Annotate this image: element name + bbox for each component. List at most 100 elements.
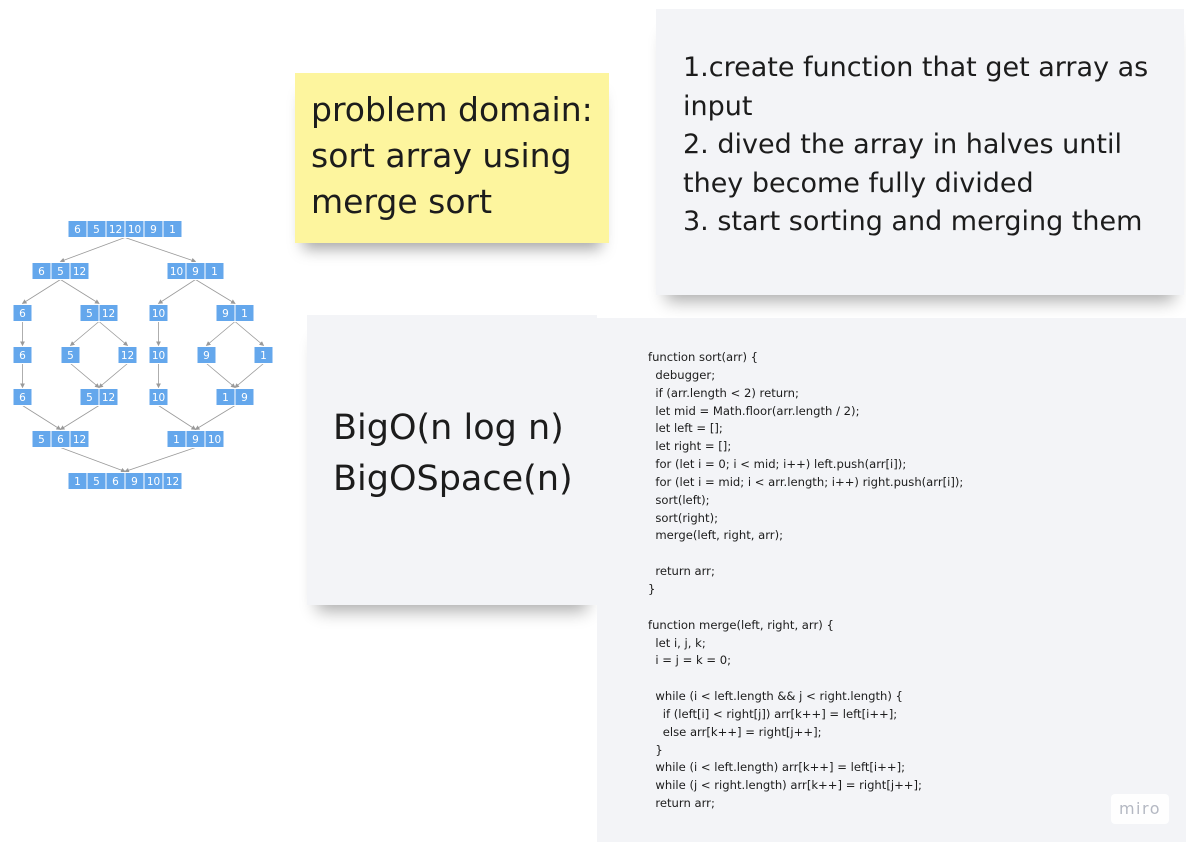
array-cell-value: 12	[102, 392, 115, 404]
tree-arrow	[234, 321, 265, 347]
tree-arrow	[98, 321, 129, 347]
array-cell-value: 1	[222, 392, 229, 404]
array-cell-value: 6	[112, 476, 119, 488]
code-line: i = j = k = 0;	[648, 653, 732, 668]
array-block: 5 12	[79, 304, 119, 322]
problem-note-line: sort array using	[311, 136, 572, 175]
array-cell-value: 6	[57, 434, 64, 446]
code-line: let mid = Math.floor(arr.length / 2);	[648, 403, 860, 418]
code-line: sort(right);	[648, 510, 719, 525]
array-cell-value: 9	[241, 392, 248, 404]
tree-arrow	[124, 237, 197, 263]
tree-arrow	[59, 237, 126, 263]
code-line: else arr[k++] = right[j++];	[648, 724, 822, 739]
tree-arrow	[60, 447, 126, 473]
whiteboard-canvas[interactable]: 6 5 12 10 9 1 6 5 12 10 9 1 6 5 12 10 9 1 6 5 12 10 9 1 6 5 12 10 1 9…	[0, 0, 1186, 842]
array-block: 6	[12, 346, 33, 364]
code-note[interactable]: function sort(arr) { debugger; if (arr.l…	[597, 318, 1186, 842]
array-cell-value: 12	[73, 266, 86, 278]
array-block: 6 5 12 10 9 1	[67, 220, 183, 238]
steps-note-line: input	[683, 90, 753, 122]
code-line: for (let i = mid; i < arr.length; i++) r…	[648, 474, 964, 489]
array-block: 1 5 6 9 10 12	[67, 472, 183, 490]
problem-note-line: merge sort	[311, 182, 493, 221]
code-line: for (let i = 0; i < mid; i++) left.push(…	[648, 457, 907, 472]
array-cell-value: 5	[86, 392, 93, 404]
array-cell-value: 10	[152, 350, 165, 362]
code-line: let i, j, k;	[648, 635, 706, 650]
tree-arrow	[98, 363, 128, 389]
steps-note-line: 3. start sorting and merging them	[683, 206, 1143, 237]
code-line: while (i < left.length) arr[k++] = left[…	[648, 760, 906, 775]
tree-arrow	[157, 279, 196, 304]
complexity-note[interactable]: BigO(n log n) BigOSpace(n)	[307, 315, 597, 605]
tree-arrow	[21, 279, 61, 304]
array-block: 10 9 1	[166, 262, 225, 280]
array-block: 6 5 12	[31, 262, 90, 280]
merge-sort-tree-svg: 6 5 12 10 9 16 5 12 10 9 16 5 12 10 9 16 5 12 10 9 16 5 12 10 1 9…	[12, 220, 274, 490]
array-cell-value: 9	[150, 224, 157, 236]
array-cell-value: 9	[192, 266, 199, 278]
code-line: function sort(arr) {	[648, 350, 759, 364]
array-cell-value: 5	[93, 224, 100, 236]
array-cell-value: 6	[19, 308, 26, 320]
tree-arrow	[195, 279, 236, 304]
array-block: 10	[148, 388, 169, 406]
problem-note-line: problem domain:	[311, 90, 593, 129]
code-line: if (left[i] < right[j]) arr[k++] = left[…	[648, 706, 898, 721]
tree-arrow	[205, 321, 236, 347]
tree-arrow	[158, 405, 197, 430]
code-line: let left = [];	[648, 421, 723, 436]
array-cell-value: 5	[93, 476, 100, 488]
array-cell-value: 5	[86, 308, 93, 320]
array-cell-value: 10	[152, 392, 165, 404]
array-cell-value: 5	[67, 350, 74, 362]
array-block: 6	[12, 304, 33, 322]
tree-arrow	[59, 405, 100, 430]
array-cell-value: 1	[173, 434, 180, 446]
tree-arrow	[60, 279, 100, 304]
tree-arrow	[22, 405, 62, 430]
array-cell-value: 6	[19, 392, 26, 404]
tree-arrow	[234, 363, 264, 389]
tree-arrow	[194, 405, 236, 430]
code-line: function merge(left, right, arr) {	[648, 617, 834, 632]
code-line: sort(left);	[648, 492, 710, 507]
array-cell-value: 1	[260, 350, 267, 362]
steps-note-line: 2. dived the array in halves until	[683, 129, 1122, 160]
array-block: 9	[196, 346, 217, 364]
code-line: return arr;	[648, 564, 715, 579]
array-block: 6	[12, 388, 33, 406]
array-cell-value: 1	[169, 224, 176, 236]
code-line: while (i < left.length && j < right.leng…	[648, 689, 903, 704]
array-block: 19	[215, 388, 255, 406]
code-line: merge(left, right, arr);	[648, 528, 783, 543]
array-cell-value: 9	[192, 434, 199, 446]
array-block: 91	[215, 304, 255, 322]
array-cell-value: 12	[73, 434, 86, 446]
array-cell-value: 12	[102, 308, 115, 320]
array-cell-value: 10	[170, 266, 183, 278]
array-cell-value: 9	[222, 308, 229, 320]
code-line: let right = [];	[648, 439, 732, 454]
time-complexity: BigO(n log n)	[333, 408, 564, 448]
tree-arrow	[70, 363, 100, 389]
merge-sort-diagram[interactable]: 6 5 12 10 9 1 6 5 12 10 9 1 6 5 12 10 9 1 6 5 12 10 9 1 6 5 12 10 1 9…	[0, 210, 290, 500]
array-cell-value: 12	[109, 224, 122, 236]
array-block: 5 6 12	[31, 430, 90, 448]
array-block: 10	[148, 304, 169, 322]
code-line: }	[648, 581, 656, 596]
array-cell-value: 1	[74, 476, 81, 488]
miro-watermark: miro	[1111, 794, 1169, 824]
array-cell-value: 10	[147, 476, 160, 488]
tree-arrow	[206, 363, 236, 389]
array-cell-value: 12	[166, 476, 179, 488]
problem-domain-note[interactable]: problem domain: sort array using merge s…	[295, 73, 609, 243]
steps-note-line: they become fully divided	[683, 167, 1034, 199]
algorithm-steps-note[interactable]: 1.create function that get array as inpu…	[656, 9, 1184, 295]
array-block: 1	[253, 346, 274, 364]
array-block: 10	[148, 346, 169, 364]
steps-note-line: 1.create function that get array as	[683, 52, 1149, 83]
